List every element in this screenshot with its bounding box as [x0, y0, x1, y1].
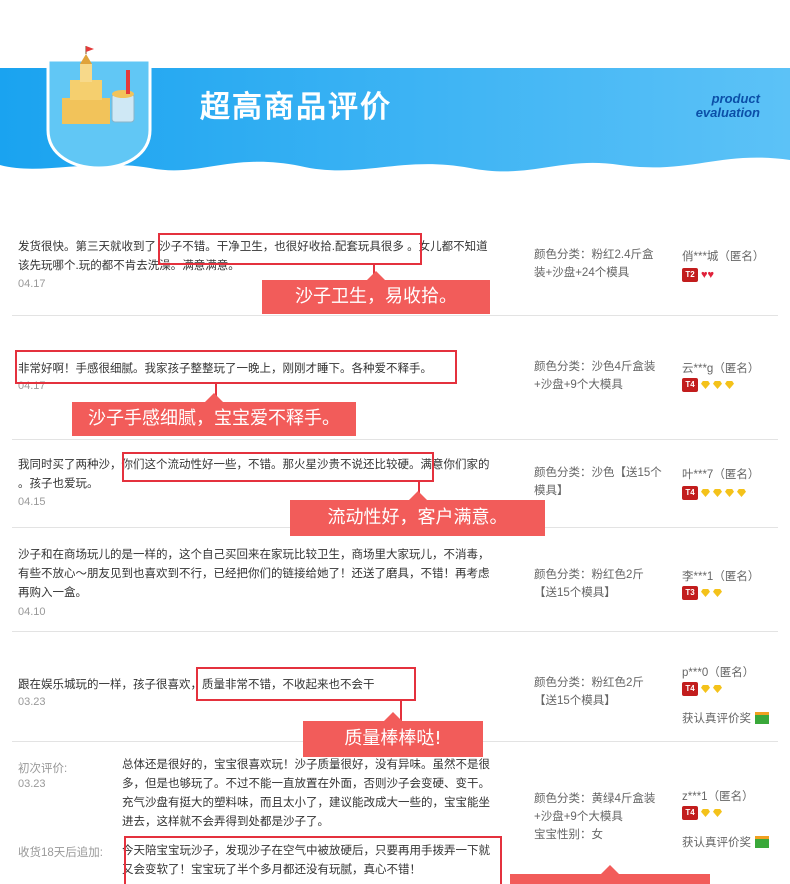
review-line: 有些不放心～朋友见到也喜欢到不行，已经把你们的链接给她了！还送了磨具，不错！再考…	[18, 568, 490, 580]
real-review-label: 获认真评价奖	[682, 837, 751, 849]
reviewer-name[interactable]: 俏***城（匿名）	[682, 248, 764, 264]
reviewer-badge: T4	[682, 378, 734, 392]
banner-en-line2: evaluation	[695, 105, 760, 120]
diamond-icon	[701, 489, 710, 497]
review-line: 进去，这样就不会弄得到处都是沙子了。	[122, 816, 329, 828]
highlight-box	[15, 350, 457, 384]
callout-label: 沙子手感细腻，宝宝爱不释手。	[72, 393, 356, 436]
review-line: 总体还是很好的，宝宝很喜欢玩！沙子质量很好，没有异味。虽然不是很	[122, 759, 490, 771]
callout-label: 沙子卫生，易收拾。	[262, 271, 490, 314]
banner-english-title: product evaluation	[640, 92, 760, 120]
diamond-icon	[713, 809, 722, 817]
gift-icon	[755, 712, 769, 724]
sku-line: 颜色分类：黄绿4斤盒装	[534, 793, 656, 805]
page-title: 超高商品评价	[200, 90, 392, 125]
diamond-icon	[725, 381, 734, 389]
sku-line: 颜色分类：粉红2.4斤盒	[534, 249, 654, 261]
tier-icon: T2	[682, 268, 698, 282]
reviewer-badge: T4	[682, 806, 722, 820]
diamond-icon	[701, 381, 710, 389]
heart-icon: ♥♥	[701, 268, 715, 281]
highlight-box	[124, 836, 502, 884]
review-date: 03.23	[18, 778, 46, 790]
diamond-icon	[701, 809, 710, 817]
reviewer-name[interactable]: p***0（匿名）	[682, 664, 754, 680]
sku-line: 颜色分类：沙色【送15个	[534, 467, 662, 479]
callout-label-partial	[510, 865, 710, 884]
sku-line: 颜色分类：沙色4斤盒装	[534, 361, 656, 373]
review-text: 总体还是很好的，宝宝很喜欢玩！沙子质量很好，没有异味。虽然不是很 多，但是也够玩…	[122, 756, 512, 832]
review-date: 04.17	[18, 278, 46, 290]
sku-info: 颜色分类：沙色【送15个 模具】	[534, 464, 674, 500]
review-line: 再购入一盒。	[18, 587, 87, 599]
real-review-award: 获认真评价奖	[682, 834, 769, 850]
review-text: 沙子和在商场玩儿的是一样的，这个自己买回来在家玩比较卫生，商场里大家玩儿，不消毒…	[18, 546, 508, 603]
diamond-icon	[725, 489, 734, 497]
banner-en-line1: product	[711, 91, 760, 106]
reviewer-name[interactable]: 云***g（匿名）	[682, 360, 759, 376]
reviewer-badge: T4	[682, 486, 746, 500]
reviewer-name[interactable]: z***1（匿名）	[682, 788, 754, 804]
highlight-box	[196, 667, 416, 701]
tier-icon: T4	[682, 682, 698, 696]
first-review-label: 初次评价:	[18, 763, 68, 775]
sku-info: 颜色分类：黄绿4斤盒装 +沙盘+9个大模具 宝宝性别：女	[534, 790, 674, 844]
real-review-label: 获认真评价奖	[682, 713, 751, 725]
reviewer-badge: T2 ♥♥	[682, 268, 714, 282]
reviewer-name[interactable]: 叶***7（匿名）	[682, 466, 759, 482]
follow-up-label: 收货18天后追加:	[18, 847, 103, 859]
sku-info: 颜色分类：粉红色2斤 【送15个模具】	[534, 566, 674, 602]
sku-line: 模具】	[534, 485, 569, 497]
tier-icon: T4	[682, 378, 698, 392]
diamond-icon	[713, 381, 722, 389]
sku-line: +沙盘+9个大模具	[534, 379, 623, 391]
diamond-icon	[701, 685, 710, 693]
diamond-icon	[713, 589, 722, 597]
diamond-icon	[713, 685, 722, 693]
tier-icon: T3	[682, 586, 698, 600]
highlight-box	[122, 452, 434, 482]
gift-icon	[755, 836, 769, 848]
tier-icon: T4	[682, 486, 698, 500]
review-line: 沙子和在商场玩儿的是一样的，这个自己买回来在家玩比较卫生，商场里大家玩儿，不消毒…	[18, 549, 490, 561]
reviewer-badge: T4	[682, 682, 722, 696]
sku-line: 颜色分类：粉红色2斤	[534, 677, 644, 689]
sku-line: 【送15个模具】	[534, 587, 616, 599]
reviewer-name[interactable]: 李***1（匿名）	[682, 568, 759, 584]
sku-line: +沙盘+9个大模具	[534, 811, 623, 823]
sku-info: 颜色分类：粉红2.4斤盒 装+沙盘+24个模具	[534, 246, 674, 282]
diamond-icon	[701, 589, 710, 597]
review-line: 多，但是也够玩了。不过不能一直放置在外面，否则沙子会变硬、变干。	[122, 778, 490, 790]
tier-icon: T4	[682, 806, 698, 820]
diamond-icon	[737, 489, 746, 497]
sku-info: 颜色分类：粉红色2斤 【送15个模具】	[534, 674, 674, 710]
review-date: 04.15	[18, 496, 46, 508]
review-date: 04.10	[18, 606, 46, 618]
sku-line: 【送15个模具】	[534, 695, 616, 707]
diamond-icon	[713, 489, 722, 497]
sku-info: 颜色分类：沙色4斤盒装 +沙盘+9个大模具	[534, 358, 674, 394]
reviewer-badge: T3	[682, 586, 722, 600]
review-line: 充气沙盘有挺大的塑料味，而且太小了，建议能改成大一些的，宝宝能坐	[122, 797, 490, 809]
highlight-box	[158, 233, 422, 265]
sku-line: 宝宝性别：女	[534, 829, 603, 841]
sku-line: 装+沙盘+24个模具	[534, 267, 630, 279]
real-review-award: 获认真评价奖	[682, 710, 769, 726]
review-row: 沙子和在商场玩儿的是一样的，这个自己买回来在家玩比较卫生，商场里大家玩儿，不消毒…	[12, 528, 778, 632]
sku-line: 颜色分类：粉红色2斤	[534, 569, 644, 581]
review-date: 03.23	[18, 696, 46, 708]
